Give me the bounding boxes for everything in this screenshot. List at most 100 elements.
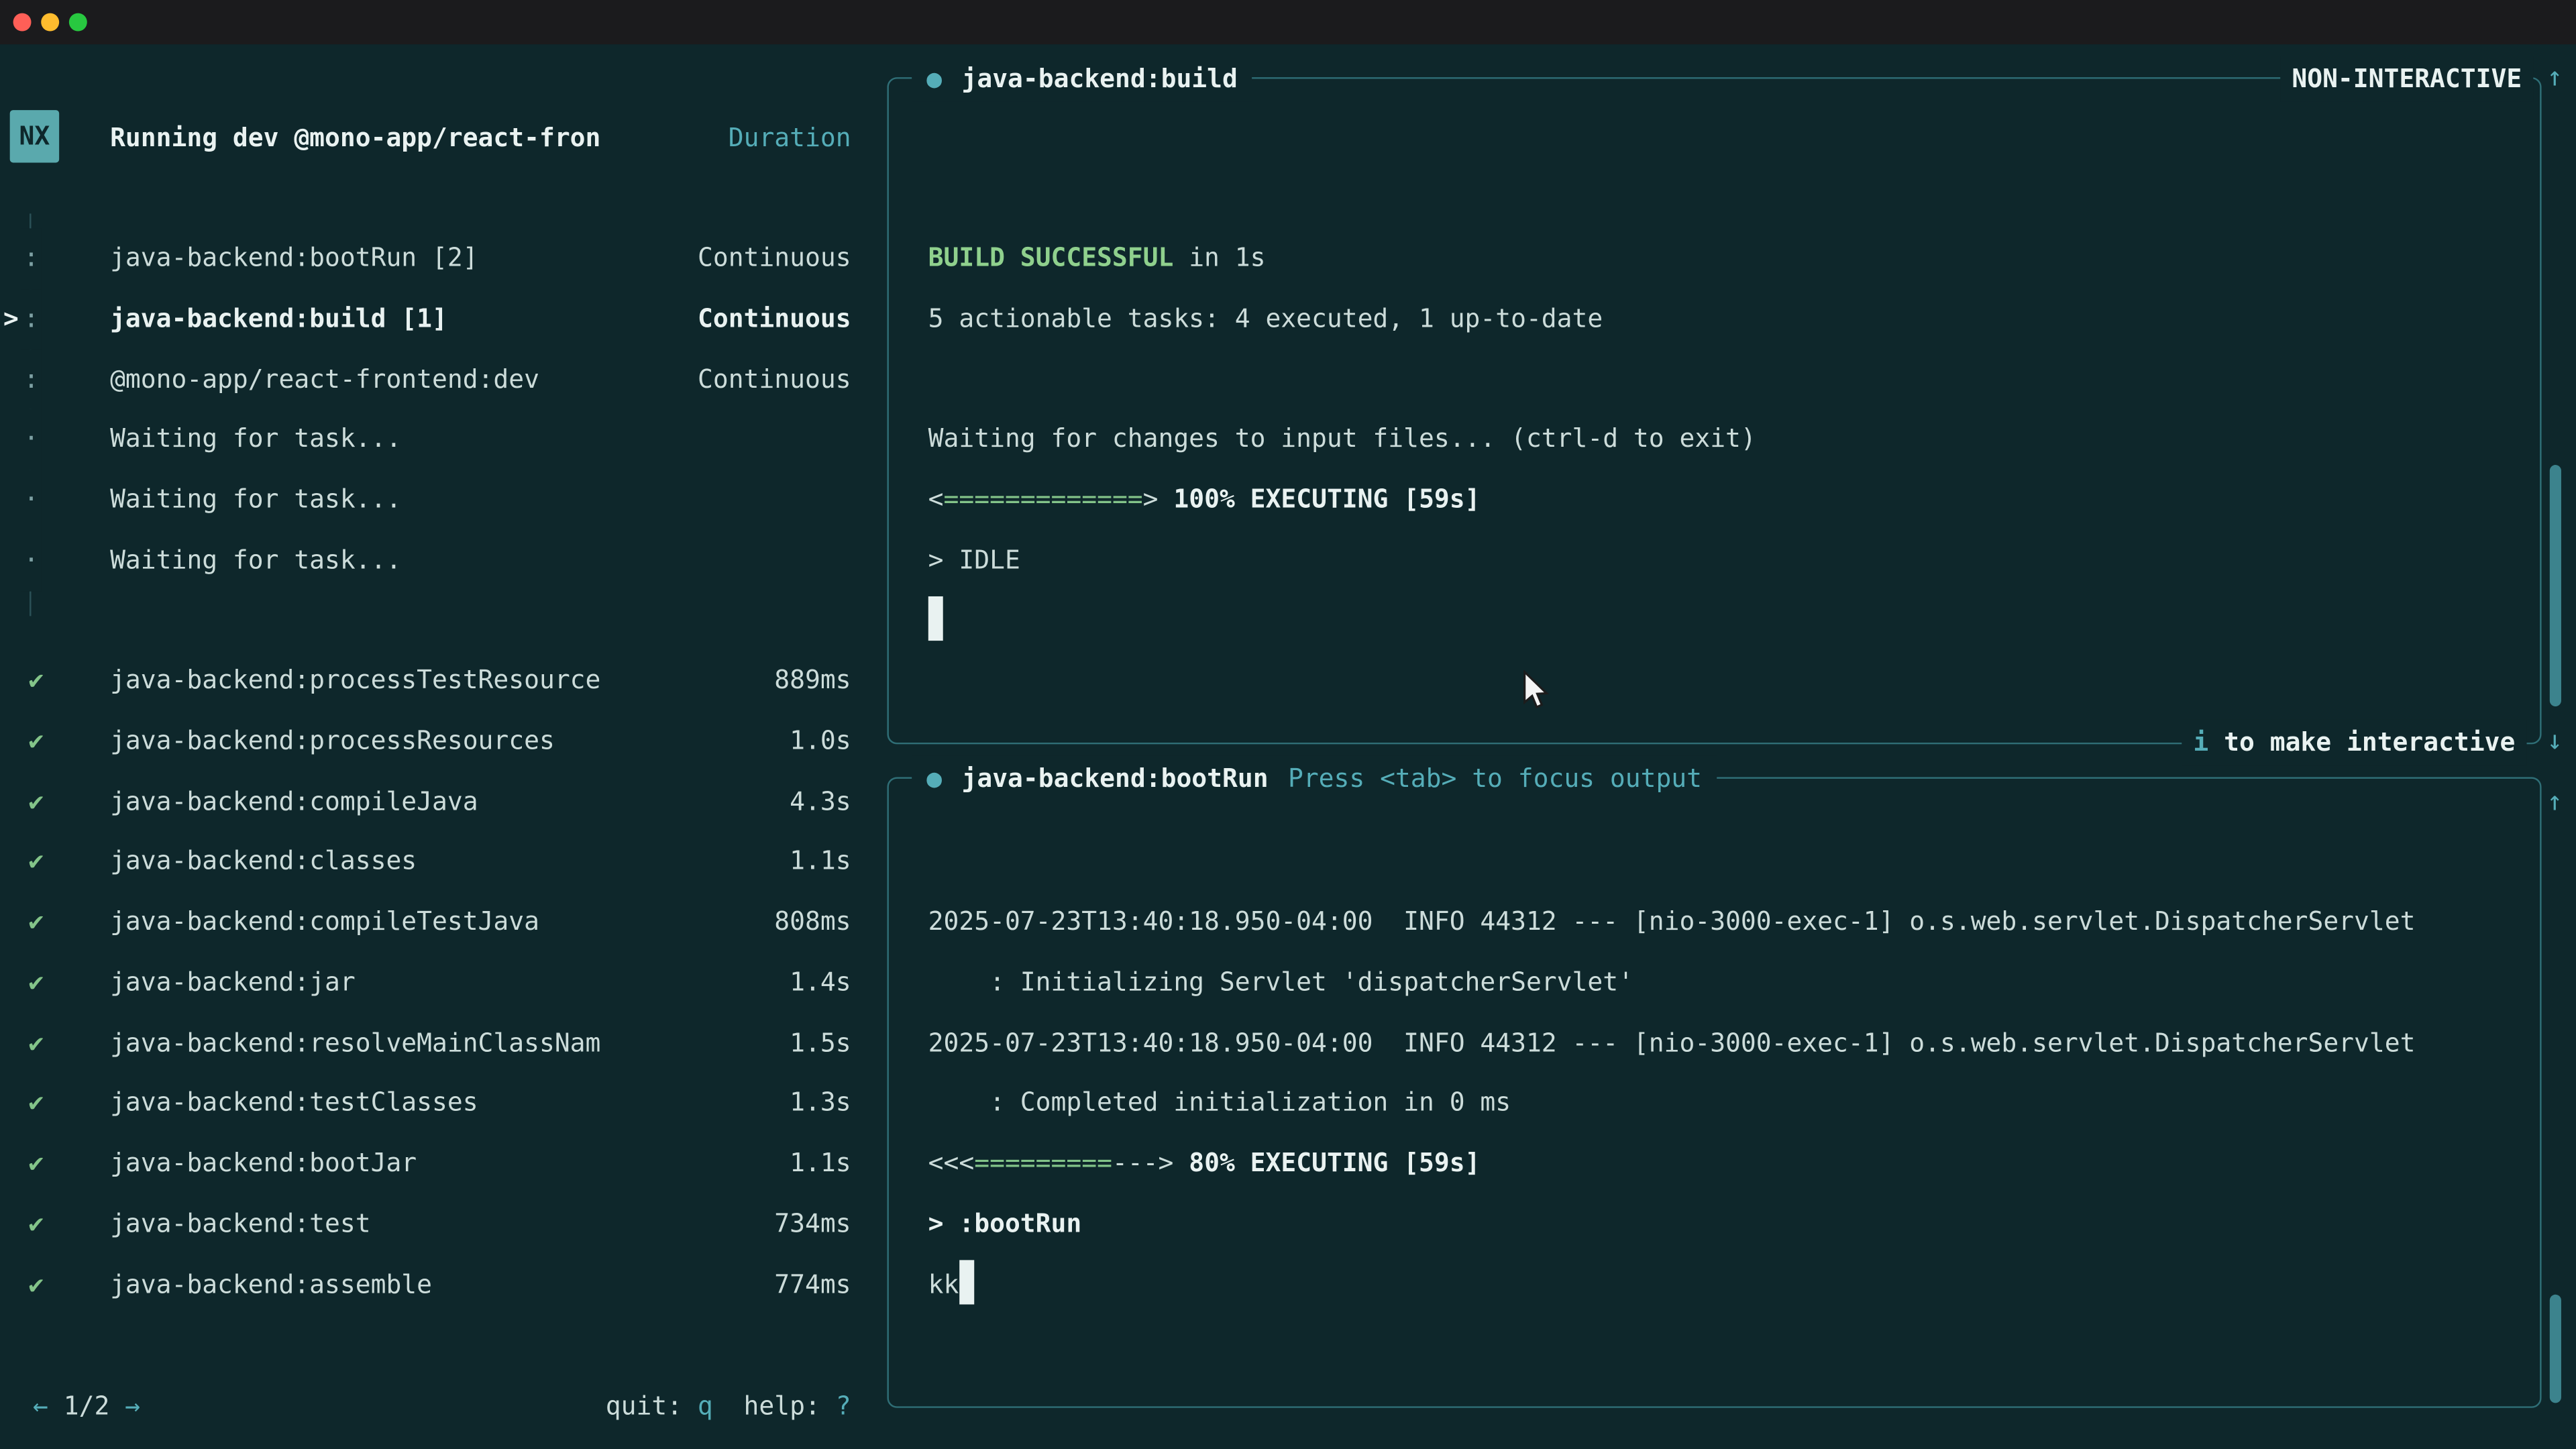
task-success-check-icon: ✔ [26, 771, 46, 832]
task-pending-icon: · [21, 530, 41, 590]
interactive-hint: i to make interactive [2182, 720, 2526, 766]
quit-key: q [698, 1391, 713, 1421]
text-run: : Completed initialization in 0 ms [928, 1088, 1511, 1118]
task-duration: Continuous [698, 349, 851, 409]
task-row[interactable]: ✔java-backend:processResources1.0s [0, 711, 871, 771]
sidebar-footer: ← 1/2 → quit: q help: ? [0, 1377, 871, 1438]
text-run: 2025-07-23T13:40:18.950-04:00 INFO 44312… [928, 1028, 2416, 1057]
task-row[interactable]: ✔ java-backend:resolveMainClassNam 1.5s [0, 1013, 871, 1073]
task-spinner-icon: : [21, 349, 41, 409]
minimize-window-button[interactable] [41, 13, 59, 32]
text-run: > [1143, 484, 1174, 514]
terminal-line: 2025-07-23T13:40:18.950-04:00 INFO 44312… [928, 892, 2530, 953]
text-run: 5 actionable tasks: 4 executed, 1 up-to-… [928, 303, 1603, 333]
page-next-icon[interactable]: → [125, 1391, 140, 1421]
task-name: Waiting for task... [110, 409, 401, 470]
task-row[interactable]: :@mono-app/react-frontend:devContinuous [0, 349, 871, 409]
task-duration: 1.5s [790, 1013, 851, 1073]
completed-task-list: ✔java-backend:processTestResource889ms✔j… [0, 651, 871, 1315]
bootrun-scrollbar-thumb[interactable] [2550, 1295, 2561, 1403]
terminal-line: > IDLE [928, 530, 2530, 590]
text-run: 80% EXECUTING [59s] [1189, 1148, 1480, 1178]
page-prev-icon[interactable]: ← [33, 1391, 48, 1421]
task-name: java-backend:resolveMainClassNam [110, 1013, 600, 1073]
scroll-up-icon[interactable]: ↑ [2540, 61, 2569, 94]
text-run: <<< [928, 1148, 975, 1178]
task-success-check-icon: ✔ [26, 1073, 46, 1134]
text-run: > [1159, 1148, 1189, 1178]
task-row[interactable]: · Waiting for task... [0, 409, 871, 470]
build-terminal-output: BUILD SUCCESSFUL in 1s 5 actionable tasks… [928, 79, 2530, 739]
task-duration: Continuous [698, 288, 851, 349]
text-run: : Initializing Servlet 'dispatcherServle… [928, 967, 1633, 997]
text-cursor [959, 1260, 973, 1304]
terminal-line: 2025-07-23T13:40:18.950-04:00 INFO 44312… [928, 1013, 2530, 1073]
task-row[interactable]: ✔java-backend:compileJava4.3s [0, 771, 871, 832]
task-name: java-backend:bootJar [110, 1134, 417, 1194]
task-row[interactable]: ✔java-backend:bootJar1.1s [0, 1134, 871, 1194]
build-output-panel[interactable]: ●java-backend:build NON-INTERACTIVE BUIL… [887, 77, 2541, 744]
task-duration: 808ms [774, 892, 851, 953]
task-name: Waiting for task... [110, 530, 401, 590]
task-success-check-icon: ✔ [26, 1013, 46, 1073]
task-duration: 734ms [774, 1194, 851, 1254]
task-row[interactable]: :java-backend:bootRun [2]Continuous [0, 228, 871, 288]
text-run: kk [928, 1269, 959, 1299]
window-titlebar [0, 0, 2576, 44]
selected-task-pointer: > [3, 288, 19, 349]
task-row[interactable]: ✔java-backend:jar1.4s [0, 953, 871, 1013]
terminal-line: 5 actionable tasks: 4 executed, 1 up-to-… [928, 288, 2530, 349]
task-row[interactable]: ✔java-backend:test734ms [0, 1194, 871, 1254]
task-row[interactable]: ✔java-backend:assemble774ms [0, 1254, 871, 1315]
running-task-list: : java-backend:bootRun [2] Continuous >: jav… [0, 228, 871, 590]
help-key: ? [836, 1391, 851, 1421]
scroll-down-icon[interactable]: ↓ [2540, 724, 2569, 757]
task-success-check-icon: ✔ [26, 892, 46, 953]
bootrun-terminal-output: 2025-07-23T13:40:18.950-04:00 INFO 44312… [928, 779, 2530, 1403]
text-run: ============= [944, 484, 1143, 514]
build-scrollbar-thumb[interactable] [2550, 465, 2561, 706]
interactive-hint-key: i [2193, 728, 2208, 757]
task-duration: 889ms [774, 651, 851, 711]
text-run: > IDLE [928, 545, 1020, 574]
task-spinner-icon: : [21, 288, 41, 349]
task-name: java-backend:compileTestJava [110, 892, 539, 953]
task-row[interactable]: ✔ java-backend:processTestResource 889ms [0, 651, 871, 711]
task-duration: 4.3s [790, 771, 851, 832]
terminal-line: kk [928, 1254, 2530, 1315]
task-success-check-icon: ✔ [26, 1194, 46, 1254]
page-indicator [48, 1391, 64, 1421]
task-row[interactable]: ✔ java-backend:compileTestJava 808ms [0, 892, 871, 953]
task-spinner-icon: : [21, 228, 41, 288]
text-run: ========= [974, 1148, 1112, 1178]
text-run: --- [1112, 1148, 1159, 1178]
task-name: java-backend:build [1] [110, 288, 447, 349]
task-duration: 1.1s [790, 1134, 851, 1194]
zoom-window-button[interactable] [69, 13, 87, 32]
task-success-check-icon: ✔ [26, 711, 46, 771]
close-window-button[interactable] [13, 13, 32, 32]
task-duration: 1.4s [790, 953, 851, 1013]
task-row[interactable]: >: java-backend:build [1] Continuous [0, 288, 871, 349]
task-success-check-icon: ✔ [26, 832, 46, 892]
text-run: BUILD SUCCESSFUL [928, 243, 1174, 272]
task-pending-icon: · [21, 470, 41, 530]
task-row[interactable]: ·Waiting for task... [0, 470, 871, 530]
task-success-check-icon: ✔ [26, 1254, 46, 1315]
terminal-line: > :bootRun [928, 1194, 2530, 1254]
task-success-check-icon: ✔ [26, 651, 46, 711]
task-row[interactable]: ✔java-backend:classes1.1s [0, 832, 871, 892]
duration-column-header: Duration [493, 109, 851, 169]
nx-terminal-window: NX Running dev @mono-app/react-fron Dura… [0, 0, 2576, 1449]
terminal-line: : Initializing Servlet 'dispatcherServle… [928, 953, 2530, 1013]
bootrun-output-panel[interactable]: ●java-backend:bootRunPress <tab> to focu… [887, 777, 2541, 1407]
task-name: java-backend:processTestResource [110, 651, 600, 711]
task-name: java-backend:bootRun [2] [110, 228, 478, 288]
mouse-cursor [1519, 670, 1552, 713]
text-run: in 1s [1173, 243, 1265, 272]
task-name: java-backend:assemble [110, 1254, 432, 1315]
task-pending-icon: · [21, 409, 41, 470]
scroll-up-icon[interactable]: ↑ [2540, 786, 2569, 818]
task-row[interactable]: · Waiting for task... [0, 530, 871, 590]
task-row[interactable]: ✔java-backend:testClasses1.3s [0, 1073, 871, 1134]
